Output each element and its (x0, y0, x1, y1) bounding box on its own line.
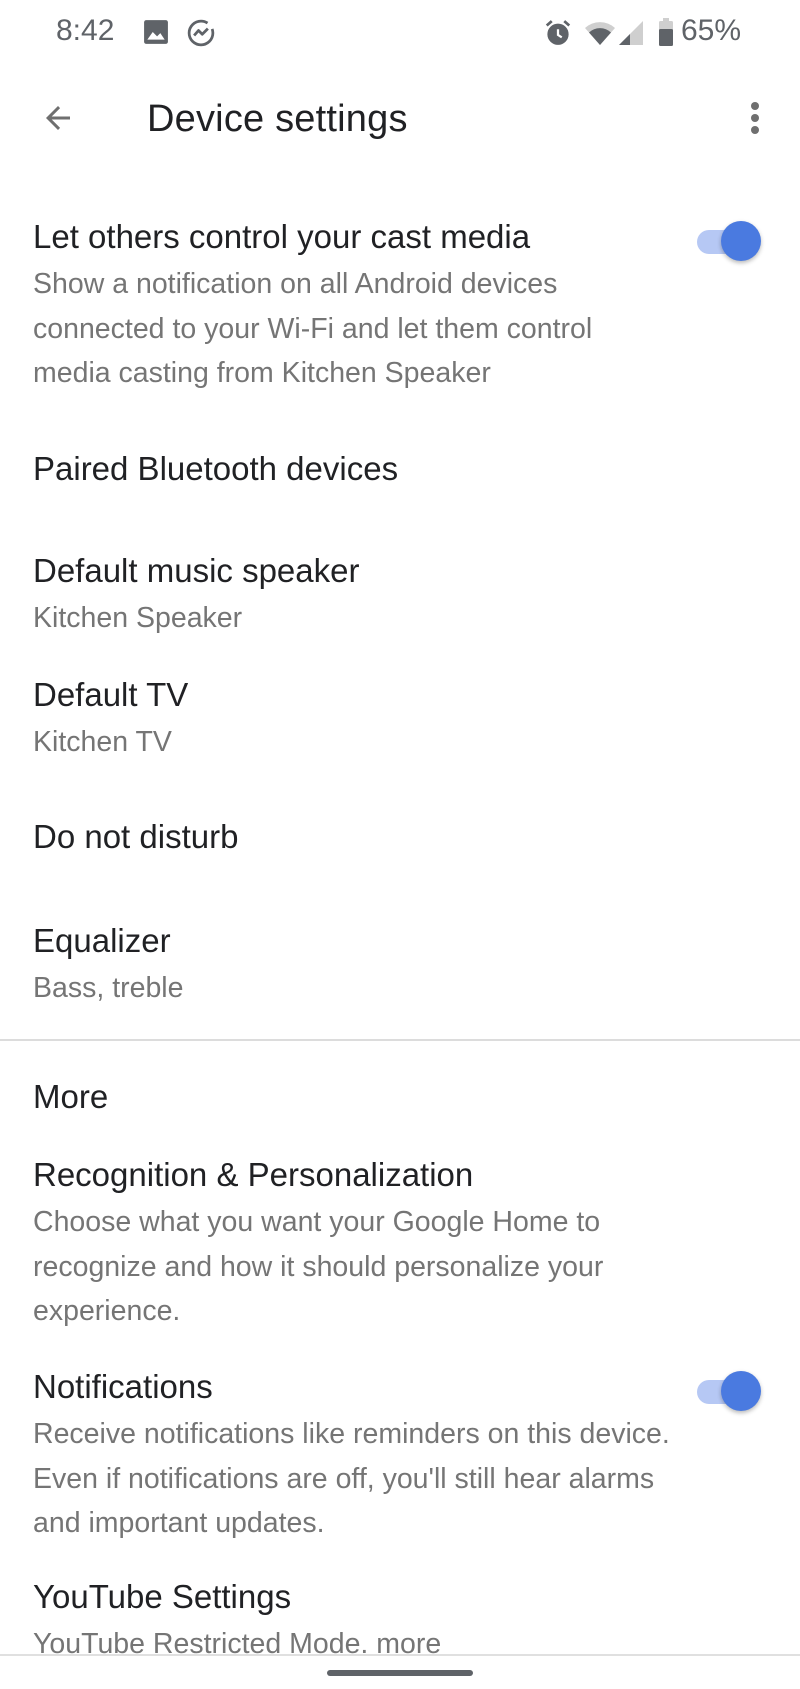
back-button[interactable] (30, 92, 86, 148)
setting-do-not-disturb[interactable]: Do not disturb (0, 790, 800, 880)
messenger-icon (186, 18, 216, 53)
setting-title: Recognition & Personalization (33, 1156, 474, 1193)
battery-icon (658, 18, 674, 51)
setting-title: Let others control your cast media (33, 218, 531, 255)
setting-equalizer[interactable]: Equalizer Bass, treble (0, 910, 800, 1010)
wifi-icon (584, 20, 616, 51)
setting-subtitle: YouTube Restricted Mode. more (33, 1628, 442, 1654)
setting-title: Equalizer (33, 922, 171, 959)
status-bar: 8:42 65% (0, 0, 800, 66)
setting-title: YouTube Settings (33, 1578, 292, 1615)
toggle-thumb (721, 221, 761, 261)
setting-cast-media-control[interactable]: Let others control your cast media Show … (0, 200, 800, 390)
setting-title: Paired Bluetooth devices (33, 450, 399, 487)
gesture-nav-handle[interactable] (327, 1670, 473, 1676)
bottom-divider (0, 1654, 800, 1656)
gallery-icon (143, 19, 169, 50)
section-divider (0, 1039, 800, 1041)
toggle-thumb (721, 1371, 761, 1411)
setting-paired-bluetooth[interactable]: Paired Bluetooth devices (0, 420, 800, 500)
setting-subtitle: Kitchen Speaker (33, 602, 243, 634)
battery-percent: 65% (681, 14, 742, 47)
setting-notifications[interactable]: Notifications Receive notifications like… (0, 1360, 800, 1550)
setting-title: Do not disturb (33, 818, 239, 855)
setting-youtube[interactable]: YouTube Settings YouTube Restricted Mode… (0, 1574, 800, 1654)
cast-media-toggle[interactable] (693, 218, 763, 264)
setting-subtitle: Kitchen TV (33, 726, 172, 758)
setting-subtitle: Receive notifications like reminders on … (33, 1418, 670, 1539)
setting-default-music-speaker[interactable]: Default music speaker Kitchen Speaker (0, 540, 800, 640)
section-header-more: More (33, 1078, 109, 1115)
page-title: Device settings (147, 98, 408, 140)
more-vert-icon (749, 100, 761, 141)
cellular-signal-icon (618, 20, 644, 51)
setting-default-tv[interactable]: Default TV Kitchen TV (0, 664, 800, 764)
overflow-menu-button[interactable] (730, 92, 780, 148)
setting-recognition-personalization[interactable]: Recognition & Personalization Choose wha… (0, 1150, 800, 1340)
setting-subtitle: Show a notification on all Android devic… (33, 268, 593, 389)
alarm-icon (543, 18, 573, 53)
arrow-back-icon (40, 100, 76, 141)
setting-title: Notifications (33, 1368, 213, 1405)
setting-title: Default music speaker (33, 552, 360, 589)
setting-subtitle: Choose what you want your Google Home to… (33, 1206, 604, 1327)
setting-title: Default TV (33, 676, 189, 713)
notifications-toggle[interactable] (693, 1368, 763, 1414)
setting-subtitle: Bass, treble (33, 972, 184, 1004)
status-time: 8:42 (56, 14, 115, 47)
app-bar: Device settings (0, 66, 800, 176)
